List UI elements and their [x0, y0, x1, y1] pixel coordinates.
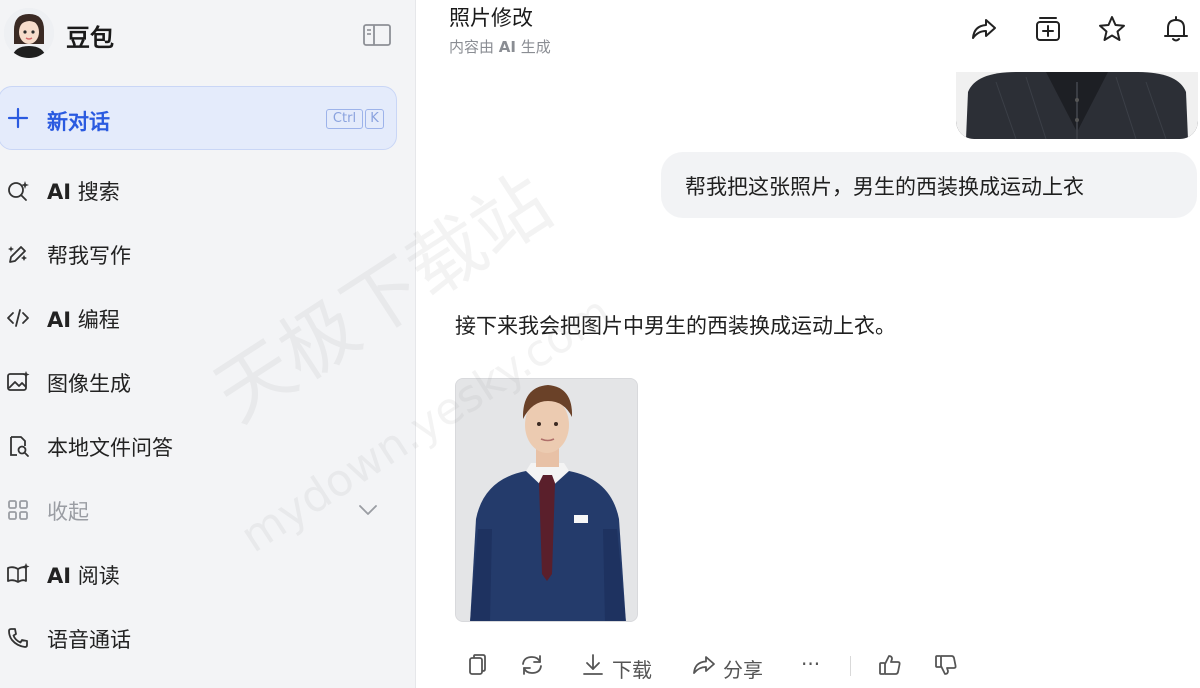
star-icon	[1099, 16, 1125, 41]
assistant-message: 接下来我会把图片中男生的西装换成运动上衣。	[455, 314, 896, 338]
page-title: 照片修改	[449, 6, 533, 30]
action-divider	[850, 656, 851, 676]
app-name: 豆包	[66, 24, 114, 52]
shortcut-ctrl: Ctrl	[326, 109, 363, 129]
sidebar-item-label: 帮我写作	[47, 244, 131, 268]
shortcut-k: K	[365, 109, 384, 129]
thumbs-up-icon	[879, 655, 901, 675]
sidebar-item-voice-call[interactable]: 语音通话	[0, 608, 416, 668]
add-to-collection-button[interactable]	[1033, 14, 1063, 48]
pen-sparkle-icon	[8, 246, 27, 263]
code-icon	[7, 309, 29, 327]
image-sparkle-icon	[7, 371, 30, 391]
notification-button[interactable]	[1161, 14, 1191, 48]
ai-search-icon	[8, 181, 29, 201]
ai-prefix: AI	[47, 564, 72, 588]
user-message: 帮我把这张照片，男生的西装换成运动上衣	[661, 152, 1197, 218]
sidebar-item-writing[interactable]: 帮我写作	[0, 224, 416, 284]
book-sparkle-icon	[7, 563, 30, 583]
sidebar-toggle-icon[interactable]	[362, 22, 392, 48]
sidebar-item-label: 阅读	[71, 564, 120, 588]
sidebar-item-image-gen[interactable]: 图像生成	[0, 352, 416, 412]
download-icon	[583, 654, 603, 675]
share-icon	[693, 656, 715, 674]
file-search-icon	[10, 436, 29, 457]
sidebar: 豆包 新对话 Ctrl K AI 搜索 帮我写作 AI 编程 图像生成 本地文件…	[0, 0, 416, 688]
sidebar-item-label: 收起	[47, 500, 89, 524]
copy-icon	[469, 654, 486, 675]
chevron-down-icon	[359, 505, 377, 515]
apps-icon	[8, 500, 28, 520]
ai-prefix: AI	[47, 308, 72, 332]
subtitle-text-end: 生成	[515, 38, 551, 56]
sidebar-item-label: 本地文件问答	[47, 436, 173, 460]
sidebar-item-label: 搜索	[71, 180, 120, 204]
sidebar-item-ai-coding[interactable]: AI 编程	[0, 288, 416, 348]
new-chat-label: 新对话	[47, 110, 110, 134]
favorite-button[interactable]	[1097, 14, 1127, 48]
brand: 豆包	[0, 4, 416, 60]
share-button[interactable]	[969, 14, 999, 48]
plus-icon	[7, 107, 29, 129]
new-chat-button[interactable]: 新对话 Ctrl K	[0, 86, 397, 150]
uploaded-photo[interactable]	[956, 72, 1198, 139]
sidebar-item-ai-search[interactable]: AI 搜索	[0, 160, 416, 220]
refresh-icon	[522, 655, 542, 675]
sidebar-item-ai-reading[interactable]: AI 阅读	[0, 544, 416, 604]
download-label: 下载	[612, 658, 652, 682]
sidebar-item-label: 编程	[71, 308, 120, 332]
avatar[interactable]	[4, 8, 54, 58]
sidebar-item-collapse[interactable]: 收起	[0, 480, 416, 540]
add-box-icon	[1036, 17, 1060, 41]
bell-icon	[1164, 16, 1188, 42]
thumbs-down-icon	[935, 655, 957, 675]
ai-prefix: AI	[47, 180, 72, 204]
phone-icon	[8, 628, 28, 648]
sidebar-item-label: 语音通话	[47, 628, 131, 652]
chat-panel: 照片修改 内容由 AI 生成 帮我把这张照片，男生的西装换成运动上衣 接下来我会…	[417, 0, 1200, 688]
ai-generated-note: 内容由 AI 生成	[449, 36, 551, 57]
share-icon	[972, 19, 996, 39]
share-label: 分享	[723, 658, 763, 682]
more-icon: ···	[801, 652, 821, 676]
sidebar-item-local-file-qa[interactable]: 本地文件问答	[0, 416, 416, 476]
subtitle-text: 内容由	[449, 38, 499, 56]
sidebar-item-label: 图像生成	[47, 372, 131, 396]
subtitle-ai: AI	[498, 38, 516, 56]
generated-image[interactable]	[455, 378, 638, 622]
